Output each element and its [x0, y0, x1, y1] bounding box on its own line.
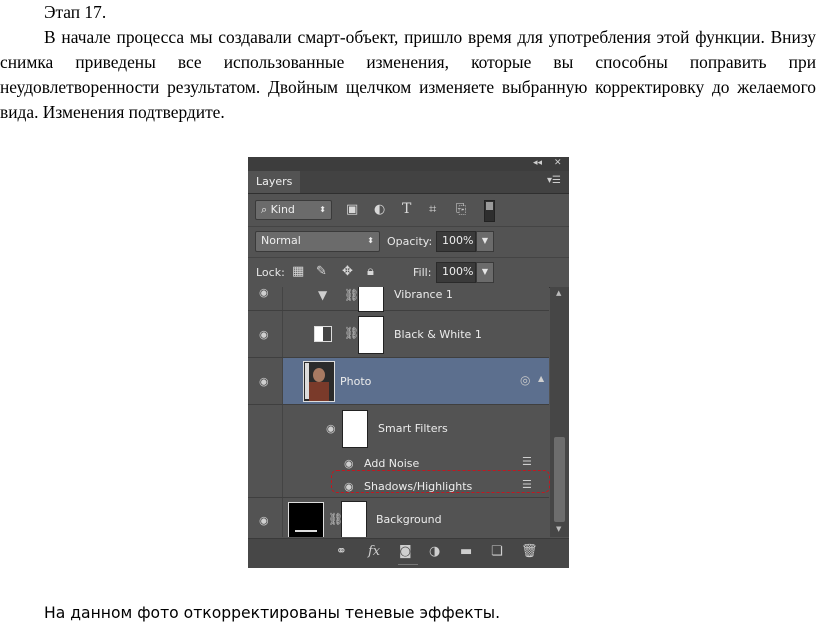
layer-name: Smart Filters — [378, 422, 448, 435]
opacity-input[interactable]: 100% — [436, 231, 476, 252]
instruction-paragraph: В начале процесса мы создавали смарт-объ… — [0, 27, 816, 122]
stepper-icon: ⬍ — [319, 205, 326, 214]
layer-row-smart-filters[interactable]: ◉ Smart Filters — [248, 405, 549, 452]
smart-object-filter-icon[interactable]: ⎘ — [456, 203, 466, 217]
filter-blending-options-icon[interactable]: ☰ — [522, 455, 532, 468]
lock-move-icon[interactable]: ✥ — [342, 265, 353, 279]
smart-object-badge-icon: ◎ — [520, 373, 531, 387]
lock-label: Lock: — [256, 266, 285, 279]
layer-name: Black & White 1 — [394, 328, 482, 341]
layer-name: Vibrance 1 — [394, 288, 453, 301]
vibrance-adjustment-icon: ▼ — [318, 288, 328, 302]
blend-mode-select[interactable]: Normal ⬍ — [255, 231, 380, 252]
shape-filter-icon[interactable]: ⌗ — [429, 203, 436, 217]
black-white-adjustment-icon — [314, 326, 332, 342]
group-folder-icon[interactable]: ▬ — [460, 544, 472, 559]
pixel-filter-icon[interactable]: ▣ — [346, 203, 358, 217]
panel-footer: ⚭ fx ◙ ◑ ▬ ❏ 🗑︎ — [248, 538, 569, 568]
adjustment-filter-icon[interactable]: ◐ — [374, 203, 385, 217]
scroll-up-icon[interactable]: ▲ — [556, 289, 561, 297]
layer-mask-thumbnail — [358, 316, 384, 354]
layer-row-photo[interactable]: ◉ Photo ◎ ▲ — [248, 358, 549, 405]
opacity-dropdown-button[interactable]: ▼ — [476, 231, 494, 252]
filter-name: Add Noise — [364, 457, 420, 470]
panel-topbar: ◂◂ ✕ — [248, 157, 569, 171]
close-icon[interactable]: ✕ — [554, 158, 562, 168]
highlight-outline — [331, 470, 550, 493]
layer-row-black-white[interactable]: ◉ ⛓ Black & White 1 — [248, 311, 549, 358]
adjustment-layer-icon[interactable]: ◑ — [429, 544, 440, 559]
blend-row: Normal ⬍ Opacity: 100% ▼ — [248, 227, 569, 258]
filter-toggle[interactable] — [484, 200, 495, 222]
panel-menu-icon[interactable]: ▾☰ — [547, 175, 561, 186]
fx-icon[interactable]: fx — [368, 544, 380, 559]
lock-row: Lock: ▦ ✎ ✥ 🔒︎ Fill: 100% ▼ — [248, 258, 569, 288]
stage-heading: Этап 17. — [44, 2, 107, 22]
eye-icon[interactable]: ◉ — [259, 514, 273, 527]
figure-caption: На данном фото откорректированы теневые … — [44, 604, 501, 622]
fill-dropdown-button[interactable]: ▼ — [476, 262, 494, 283]
lock-all-icon[interactable]: 🔒︎ — [367, 265, 374, 279]
layer-mask-thumbnail — [358, 287, 384, 312]
stepper-icon: ⬍ — [367, 236, 374, 245]
kind-filter-select[interactable]: ⌕ Kind ⬍ — [255, 200, 332, 220]
type-filter-icon[interactable]: T — [402, 202, 411, 216]
layer-row-background[interactable]: ◉ ⛓ Background — [248, 498, 549, 537]
photo-thumbnail — [303, 361, 335, 402]
kind-label: Kind — [270, 203, 295, 216]
layers-panel: ◂◂ ✕ Layers ▾☰ ⌕ Kind ⬍ ▣ ◐ T ⌗ ⎘ Normal ⬍… — [248, 157, 569, 568]
lock-transparency-icon[interactable]: ▦ — [292, 265, 304, 279]
eye-icon[interactable]: ◉ — [259, 375, 273, 388]
layer-mask-thumbnail — [341, 501, 367, 537]
blend-mode-value: Normal — [261, 234, 301, 247]
scroll-down-icon[interactable]: ▼ — [556, 525, 561, 533]
eye-icon[interactable]: ◉ — [259, 328, 273, 341]
search-icon: ⌕ — [261, 203, 271, 216]
collapse-effects-icon[interactable]: ▲ — [538, 374, 544, 383]
fill-label: Fill: — [413, 266, 432, 279]
tab-layers[interactable]: Layers — [248, 171, 300, 193]
document-body: Этап 17. В начале процесса мы создавали … — [0, 0, 816, 125]
trash-icon[interactable]: 🗑︎ — [521, 544, 538, 559]
smart-filter-mask-thumbnail — [342, 410, 368, 448]
layer-name: Photo — [340, 375, 372, 388]
add-mask-icon[interactable]: ◙ — [399, 544, 412, 559]
fill-input[interactable]: 100% — [436, 262, 476, 283]
chevron-down-icon: ▼ — [481, 236, 489, 245]
eye-icon[interactable]: ◉ — [344, 457, 358, 470]
link-icon: ⛓ — [344, 288, 360, 302]
panel-tab-row: Layers ▾☰ — [248, 171, 569, 194]
scrollbar-thumb[interactable] — [554, 437, 565, 522]
opacity-label: Opacity: — [387, 235, 433, 248]
layer-name: Background — [376, 513, 442, 526]
layers-list: ◉ ▼ ⛓ Vibrance 1 ◉ ⛓ Black & White 1 ◉ P… — [248, 287, 549, 537]
layer-row-vibrance[interactable]: ◉ ▼ ⛓ Vibrance 1 — [248, 287, 549, 312]
layers-scrollbar[interactable]: ▲ ▼ — [550, 287, 569, 537]
double-chevron-left-icon[interactable]: ◂◂ — [533, 158, 542, 168]
new-layer-icon[interactable]: ❏ — [491, 544, 503, 559]
eye-icon[interactable]: ◉ — [259, 287, 273, 299]
background-thumbnail — [288, 502, 324, 537]
eye-icon[interactable]: ◉ — [326, 422, 340, 435]
link-layers-icon[interactable]: ⚭ — [336, 544, 347, 559]
filter-row: ⌕ Kind ⬍ ▣ ◐ T ⌗ ⎘ — [248, 194, 569, 227]
lock-brush-icon[interactable]: ✎ — [316, 265, 327, 279]
chevron-down-icon: ▼ — [481, 267, 489, 276]
resize-grip[interactable] — [398, 564, 418, 568]
link-icon: ⛓ — [344, 326, 360, 340]
